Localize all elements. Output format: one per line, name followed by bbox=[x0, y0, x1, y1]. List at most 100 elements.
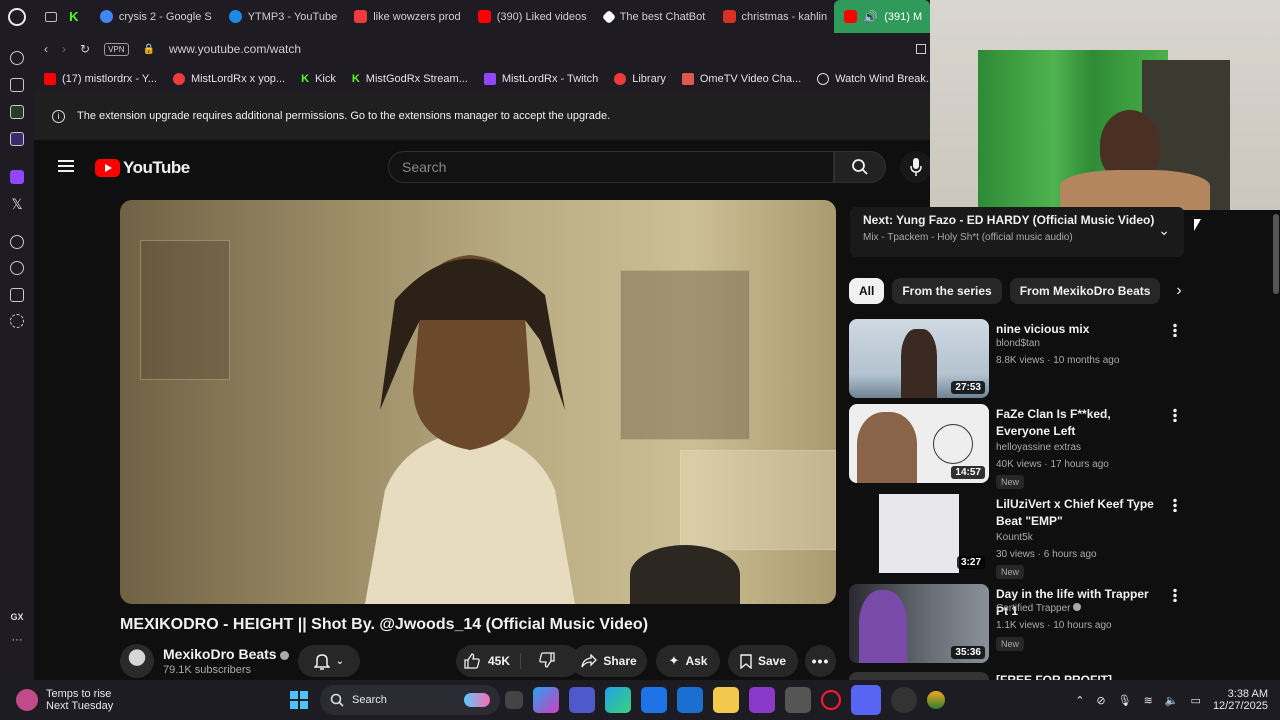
file-explorer-icon[interactable] bbox=[713, 687, 739, 713]
bookmark-item[interactable]: K MistGodRx Stream... bbox=[352, 73, 468, 85]
bookmark-item[interactable]: Library bbox=[614, 72, 666, 85]
tab-item-active[interactable]: 🔊 (391) M bbox=[834, 0, 930, 33]
recommendation-item[interactable]: 35:36 Day in the life with Trapper Pt 1 … bbox=[849, 584, 1179, 664]
snapshot-icon[interactable] bbox=[916, 44, 926, 54]
dropbox-icon[interactable] bbox=[641, 687, 667, 713]
network-off-icon[interactable]: ⊘ bbox=[1096, 694, 1105, 707]
chip-from-channel[interactable]: From MexikoDro Beats bbox=[1009, 278, 1161, 304]
speaker-icon[interactable]: 🔊 bbox=[863, 10, 878, 24]
menu-icon[interactable] bbox=[58, 160, 74, 172]
extensions-icon[interactable] bbox=[10, 288, 24, 302]
url-field[interactable]: www.youtube.com/watch bbox=[169, 42, 301, 56]
recommendation-item[interactable]: 3:27 LilUziVert x Chief Keef Type Beat "… bbox=[849, 494, 1179, 579]
chevron-right-icon[interactable]: › bbox=[1176, 282, 1181, 300]
forward-icon[interactable]: › bbox=[62, 42, 66, 56]
opera-gx-icon[interactable] bbox=[821, 690, 841, 710]
bookmark-item[interactable]: MistLordRx - Twitch bbox=[483, 72, 598, 85]
rec-channel[interactable]: Certified Trapper bbox=[996, 603, 1082, 614]
rec-title[interactable]: nine vicious mix bbox=[996, 321, 1161, 338]
more-vert-icon[interactable] bbox=[1173, 498, 1177, 512]
youtube-logo[interactable]: YouTube bbox=[95, 158, 190, 178]
obs-icon[interactable] bbox=[891, 687, 917, 713]
tab-item[interactable]: The best ChatBot bbox=[594, 0, 713, 33]
chevron-up-icon[interactable]: ⌃ bbox=[1075, 694, 1084, 707]
bookmark-item[interactable]: Watch Wind Break... bbox=[817, 72, 930, 85]
video-thumbnail[interactable]: 14:57 bbox=[849, 404, 989, 483]
save-button[interactable]: Save bbox=[728, 645, 798, 677]
app-icon[interactable] bbox=[927, 691, 945, 709]
recommendation-item[interactable]: [FREE FOR PROFIT] bbox=[849, 672, 1179, 680]
page-scrollbar[interactable] bbox=[1272, 210, 1280, 680]
notifications-button[interactable]: ⌄ bbox=[298, 645, 360, 677]
more-vert-icon[interactable] bbox=[1173, 408, 1177, 422]
player-icon[interactable] bbox=[10, 235, 24, 249]
video-thumbnail[interactable]: 27:53 bbox=[849, 319, 989, 398]
more-vert-icon[interactable] bbox=[1173, 323, 1177, 337]
video-thumbnail[interactable]: 3:27 bbox=[849, 494, 989, 573]
chevron-down-icon[interactable]: ⌄ bbox=[1158, 222, 1170, 239]
start-button[interactable] bbox=[290, 691, 308, 709]
more-vert-icon[interactable] bbox=[1173, 588, 1177, 602]
more-dots-icon[interactable]: ··· bbox=[12, 634, 23, 646]
clipchamp-icon[interactable] bbox=[749, 687, 775, 713]
edge-icon[interactable] bbox=[605, 687, 631, 713]
autoplay-next-card[interactable]: Next: Yung Fazo - ED HARDY (Official Mus… bbox=[850, 207, 1184, 257]
ask-button[interactable]: ✦ Ask bbox=[656, 645, 720, 677]
rec-channel[interactable]: blond$tan bbox=[996, 338, 1040, 349]
dislike-button[interactable] bbox=[527, 651, 555, 671]
recommendation-item[interactable]: 27:53 nine vicious mix blond$tan 8.8K vi… bbox=[849, 319, 1179, 399]
settings-gear-icon[interactable] bbox=[10, 314, 24, 328]
search-button[interactable] bbox=[834, 151, 886, 183]
copilot-icon[interactable] bbox=[533, 687, 559, 713]
back-icon[interactable]: ‹ bbox=[44, 42, 48, 56]
reload-icon[interactable]: ↻ bbox=[80, 42, 90, 56]
more-actions-button[interactable]: ••• bbox=[805, 645, 836, 677]
vpn-badge[interactable]: VPN bbox=[104, 42, 129, 56]
taskbar-search[interactable]: Search bbox=[320, 685, 500, 715]
bookmark-item[interactable]: MistLordRx x yop... bbox=[172, 72, 285, 85]
kick-tab-icon[interactable]: K bbox=[69, 9, 78, 24]
search-input[interactable]: Search bbox=[388, 151, 834, 183]
tab-item[interactable]: crysis 2 - Google S bbox=[90, 0, 219, 33]
x-icon[interactable]: 𝕏 bbox=[11, 196, 22, 213]
tab-item[interactable]: YTMP3 - YouTube bbox=[219, 0, 345, 33]
bookmark-item[interactable]: (17) mistlordrx - Y... bbox=[44, 72, 157, 85]
chip-from-series[interactable]: From the series bbox=[892, 278, 1002, 304]
speed-dial-icon[interactable] bbox=[10, 51, 24, 65]
video-thumbnail[interactable] bbox=[849, 672, 989, 680]
teams-icon[interactable] bbox=[569, 687, 595, 713]
tab-item[interactable]: (390) Liked videos bbox=[468, 0, 594, 33]
video-thumbnail[interactable]: 35:36 bbox=[849, 584, 989, 663]
weather-widget[interactable]: Temps to rise Next Tuesday bbox=[0, 688, 290, 712]
gx-icon[interactable]: GX bbox=[10, 612, 23, 622]
twitch-icon[interactable] bbox=[10, 170, 24, 184]
recommendation-item[interactable]: 14:57 FaZe Clan Is F**ked, Everyone Left… bbox=[849, 404, 1179, 489]
chip-all[interactable]: All bbox=[849, 278, 885, 304]
history-icon[interactable] bbox=[10, 261, 24, 275]
discord-icon[interactable] bbox=[851, 685, 881, 715]
tab-item[interactable]: christmas - kahlin bbox=[713, 0, 835, 33]
opera-logo-icon[interactable] bbox=[0, 0, 33, 33]
tab-islands-icon[interactable] bbox=[45, 11, 58, 22]
workspace-icon[interactable] bbox=[10, 105, 24, 119]
bookmark-item[interactable]: OmeTV Video Cha... bbox=[681, 72, 801, 85]
rec-title[interactable]: FaZe Clan Is F**ked, Everyone Left bbox=[996, 406, 1161, 440]
camera-icon[interactable] bbox=[785, 687, 811, 713]
bookmark-item[interactable]: K Kick bbox=[301, 73, 336, 85]
channel-avatar[interactable] bbox=[120, 644, 154, 678]
microphone-icon[interactable]: 🎙 bbox=[1118, 694, 1132, 707]
scrollbar-thumb[interactable] bbox=[1273, 214, 1279, 294]
battery-icon[interactable]: ▭ bbox=[1191, 694, 1201, 707]
tab-item[interactable]: like wowzers prod bbox=[344, 0, 468, 33]
video-player[interactable] bbox=[120, 200, 836, 604]
rec-title[interactable]: LilUziVert x Chief Keef Type Beat "EMP" bbox=[996, 496, 1161, 530]
voice-search-button[interactable] bbox=[900, 151, 932, 183]
outlook-icon[interactable] bbox=[677, 687, 703, 713]
task-view-icon[interactable] bbox=[505, 691, 523, 709]
clock[interactable]: 3:38 AM 12/27/2025 bbox=[1213, 688, 1268, 712]
volume-icon[interactable]: 🔈 bbox=[1165, 694, 1179, 707]
like-button[interactable]: 45K bbox=[464, 653, 522, 669]
rec-channel[interactable]: Kount5k bbox=[996, 532, 1033, 543]
rec-title[interactable]: [FREE FOR PROFIT] bbox=[996, 672, 1161, 680]
share-button[interactable]: Share bbox=[571, 645, 647, 677]
